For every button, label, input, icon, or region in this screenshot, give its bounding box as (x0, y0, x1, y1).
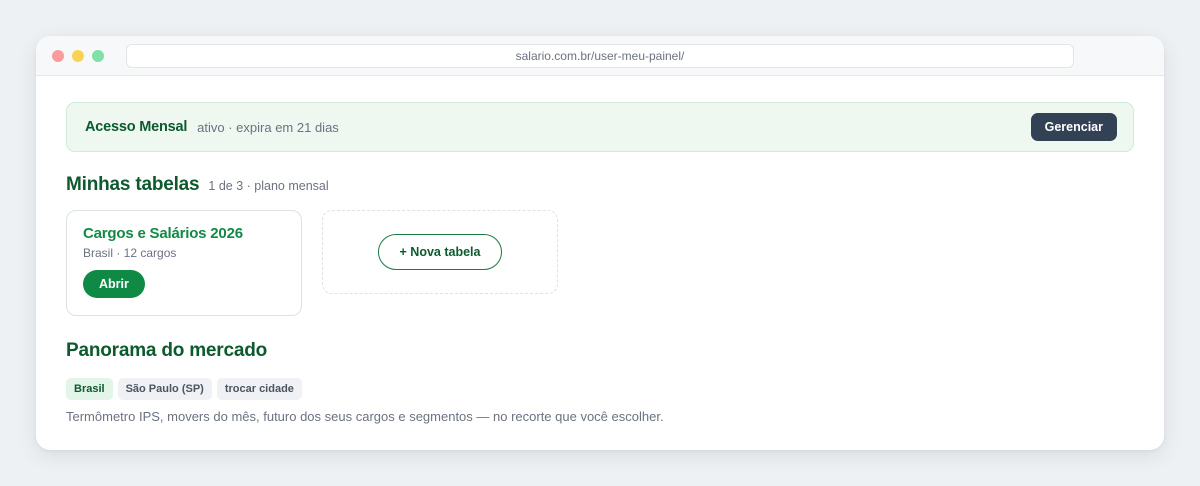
market-description: Termômetro IPS, movers do mês, futuro do… (66, 409, 664, 424)
open-table-button[interactable]: Abrir (83, 270, 145, 298)
new-table-button[interactable]: + Nova tabela (377, 234, 503, 270)
manage-button[interactable]: Gerenciar (1030, 113, 1117, 141)
address-bar[interactable]: salario.com.br/user-meu-painel/ (126, 44, 1074, 68)
access-plan-title: Acesso Mensal (85, 119, 188, 135)
region-filter-chips: Brasil São Paulo (SP) trocar cidade (66, 378, 1134, 400)
tables-title: Minhas tabelas (66, 174, 200, 195)
tables-header: Minhas tabelas 1 de 3 · plano mensal (66, 174, 1134, 196)
tables-list: Cargos e Salários 2026 Brasil · 12 cargo… (66, 210, 1134, 316)
maximize-window-dot[interactable] (92, 50, 104, 62)
dashboard-content: Acesso Mensal ativo · expira em 21 dias … (36, 76, 1164, 424)
new-table-card: + Nova tabela (322, 210, 558, 294)
chip-sao-paulo[interactable]: São Paulo (SP) (117, 378, 212, 400)
chip-brasil[interactable]: Brasil (66, 378, 113, 400)
tables-subtitle: 1 de 3 · plano mensal (208, 179, 329, 193)
close-window-dot[interactable] (52, 50, 64, 62)
table-card-meta: Brasil · 12 cargos (83, 246, 177, 260)
browser-chrome: salario.com.br/user-meu-painel/ (36, 36, 1164, 76)
table-card: Cargos e Salários 2026 Brasil · 12 cargo… (66, 210, 302, 316)
table-card-title: Cargos e Salários 2026 (83, 225, 243, 242)
minimize-window-dot[interactable] (72, 50, 84, 62)
access-banner: Acesso Mensal ativo · expira em 21 dias … (66, 102, 1134, 152)
access-status: ativo · expira em 21 dias (197, 119, 339, 135)
market-title: Panorama do mercado (66, 340, 268, 361)
chip-change-city[interactable]: trocar cidade (216, 378, 302, 400)
browser-window: salario.com.br/user-meu-painel/ Acesso M… (36, 36, 1164, 450)
